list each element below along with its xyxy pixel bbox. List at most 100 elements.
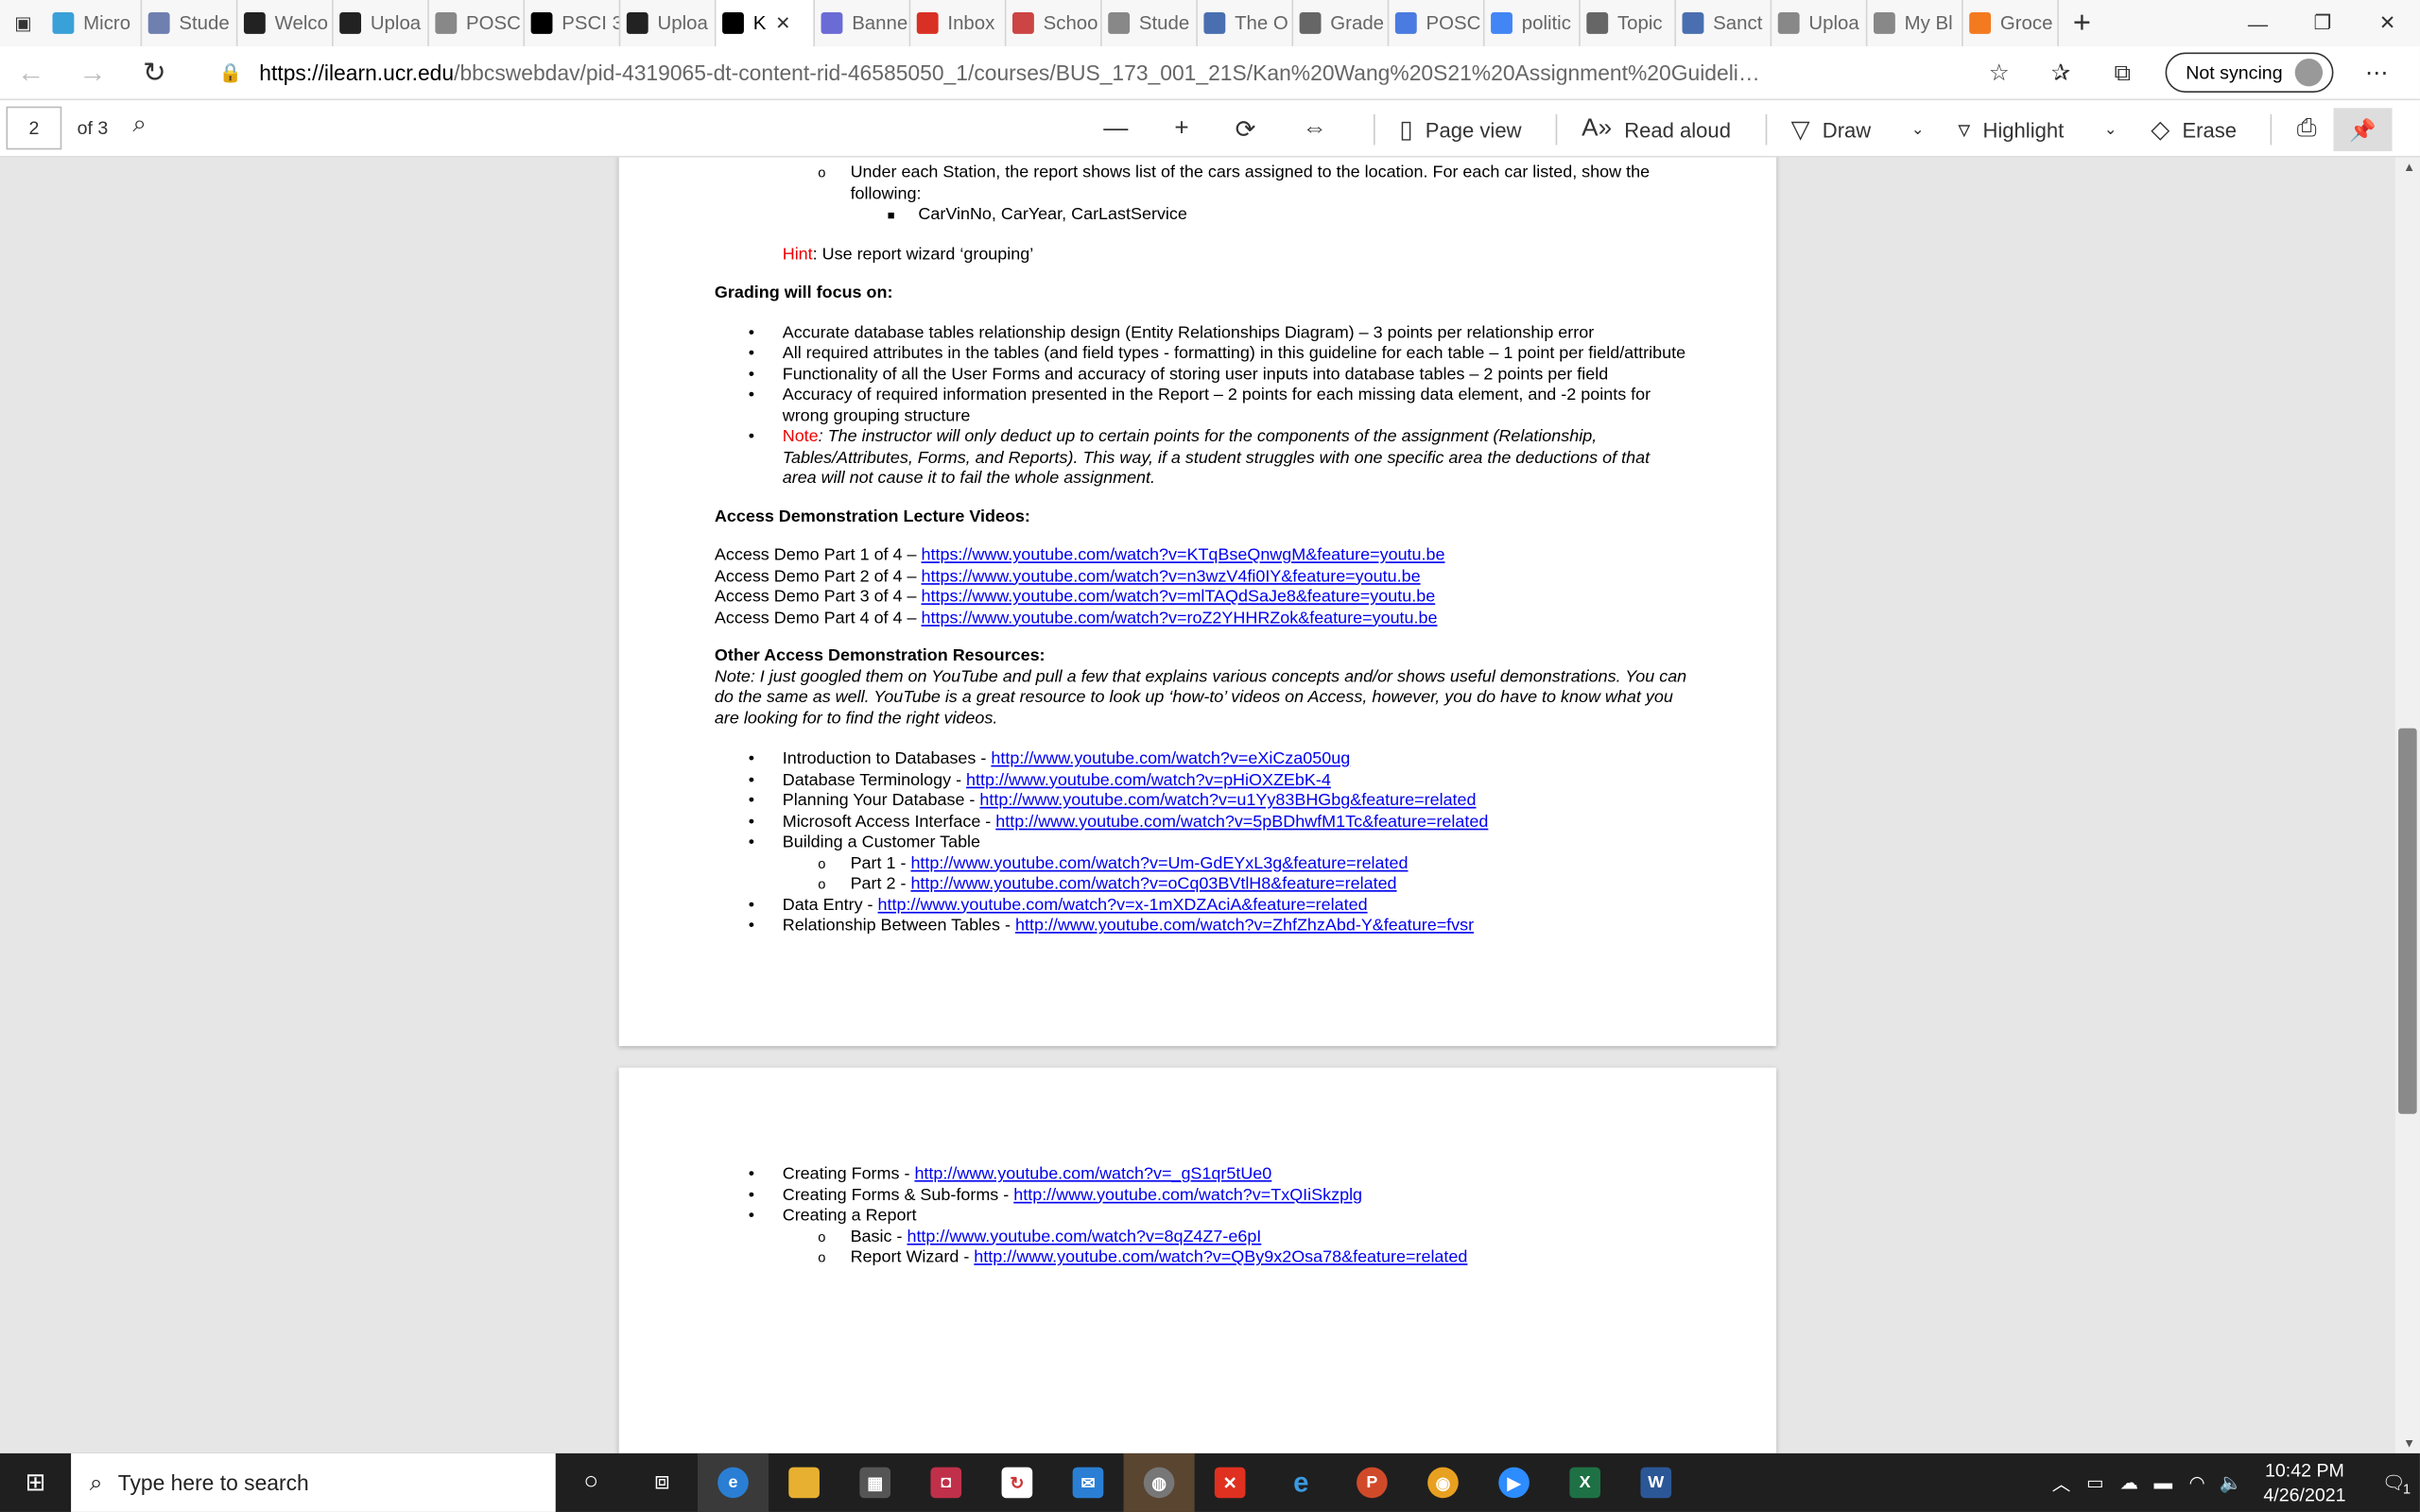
close-tab-icon[interactable]: ✕ [775,12,790,34]
url-field[interactable]: 🔒 https://ilearn.ucr.edu/bbcswebdav/pid-… [219,53,2037,93]
add-favorite-icon[interactable]: ☆ [1968,59,2030,87]
video-link[interactable]: http://www.youtube.com/watch?v=5pBDhwfM1… [995,813,1488,832]
scrollbar-thumb[interactable] [2398,728,2417,1114]
device-icon[interactable]: ▭ [2078,1472,2112,1494]
video-link[interactable]: http://www.youtube.com/watch?v=_gS1qr5tU… [914,1165,1271,1184]
zoom-out-button[interactable]: — [1103,115,1140,143]
app-icon[interactable]: ✕ [1195,1453,1266,1512]
tab-10[interactable]: Schoo [1006,0,1102,46]
video-link[interactable]: https://www.youtube.com/watch?v=mlTAQdSa… [921,588,1435,607]
tab-16[interactable]: Topic [1581,0,1677,46]
video-link[interactable]: http://www.youtube.com/watch?v=oCq03BVtl… [910,875,1396,894]
tab-15[interactable]: politic [1485,0,1581,46]
internet-explorer-icon[interactable]: e [1266,1453,1337,1512]
tab-19[interactable]: My Bl [1867,0,1963,46]
page-number-input[interactable]: 2 [6,106,62,150]
mail-icon[interactable]: ✉ [1052,1453,1123,1512]
profile-sync-button[interactable]: Not syncing [2166,52,2334,93]
video-link[interactable]: http://www.youtube.com/watch?v=QBy9x2Osa… [974,1248,1467,1267]
clock[interactable]: 10:42 PM 4/26/2021 [2263,1458,2345,1507]
video-link[interactable]: http://www.youtube.com/watch?v=pHiOXZEbK… [966,770,1331,789]
zoom-icon[interactable]: ▶ [1478,1453,1549,1512]
tab-0[interactable]: Micro [46,0,143,46]
tab-1[interactable]: Stude [142,0,238,46]
tab-4[interactable]: POSC [429,0,526,46]
tab-8[interactable]: Banne [815,0,911,46]
close-window-icon[interactable]: ✕ [2355,0,2420,46]
scrollbar[interactable]: ▲ ▼ [2394,157,2420,1453]
windows-start-icon[interactable]: ⊞ [0,1453,71,1512]
favorites-icon[interactable]: ✰ [2030,59,2091,87]
item-text: Accuracy of required information present… [782,386,1651,425]
store-icon[interactable]: ▦ [839,1453,910,1512]
tab-11[interactable]: Stude [1102,0,1198,46]
video-link[interactable]: https://www.youtube.com/watch?v=n3wzV4fi… [921,567,1420,586]
print-button[interactable]: ⎙ [2297,115,2329,143]
scroll-up-icon[interactable]: ▲ [2403,161,2415,175]
app-icon[interactable]: ↻ [981,1453,1052,1512]
draw-button[interactable]: ▽ Draw ⌄ [1791,114,1925,146]
video-link[interactable]: http://www.youtube.com/watch?v=TxQIiSkzp… [1013,1186,1362,1205]
video-link[interactable]: http://www.youtube.com/watch?v=Um-GdEYxL… [910,854,1408,873]
lock-icon[interactable]: 🔒 [219,61,244,83]
powerpoint-icon[interactable]: P [1337,1453,1408,1512]
word-icon[interactable]: W [1620,1453,1691,1512]
battery-icon[interactable]: ▬ [2146,1472,2180,1494]
video-link[interactable]: https://www.youtube.com/watch?v=roZ2YHHR… [921,609,1437,627]
video-link[interactable]: http://www.youtube.com/watch?v=ZhfZhzAbd… [1015,917,1474,936]
edge-taskbar-icon[interactable]: e [697,1452,769,1512]
video-link[interactable]: https://www.youtube.com/watch?v=KTqBseQn… [921,546,1444,565]
tab-13[interactable]: Grade [1293,0,1390,46]
chrome-icon[interactable]: ◉ [1408,1453,1478,1512]
tab-20[interactable]: Groce [1963,0,2059,46]
tab-3[interactable]: Uploa [334,0,429,46]
taskbar-search[interactable]: ⌕ Type here to search [71,1452,556,1512]
tab-9[interactable]: Inbox [910,0,1007,46]
restore-icon[interactable]: ❐ [2290,0,2356,46]
forward-icon[interactable]: → [61,46,123,99]
search-icon[interactable]: ⌕ [132,112,147,139]
tab-14[interactable]: POSC [1389,0,1485,46]
tab-18[interactable]: Uploa [1772,0,1868,46]
video-link[interactable]: http://www.youtube.com/watch?v=u1Yy83BHG… [979,792,1476,811]
cortana-icon[interactable]: ○ [556,1453,627,1512]
tab-actions-icon[interactable]: ▣ [0,0,46,46]
tab-17[interactable]: Sanct [1676,0,1772,46]
pdf-viewer[interactable]: o Under each Station, the report shows li… [0,157,2395,1453]
video-link[interactable]: http://www.youtube.com/watch?v=8qZ4Z7-e6… [907,1228,1261,1246]
highlight-button[interactable]: ▿ Highlight ⌄ [1958,114,2117,146]
back-icon[interactable]: ← [0,46,61,99]
video-link[interactable]: http://www.youtube.com/watch?v=x-1mXDZAc… [878,896,1368,915]
volume-icon[interactable]: 🔈 [2214,1472,2248,1494]
scroll-down-icon[interactable]: ▼ [2403,1436,2415,1451]
chevron-up-icon[interactable]: ︿ [2045,1469,2079,1496]
chevron-down-icon[interactable]: ⌄ [2104,121,2118,138]
file-explorer-icon[interactable] [769,1453,839,1512]
notification-icon[interactable]: 🗨 1 [2367,1472,2420,1497]
tab-6[interactable]: Uploa [620,0,717,46]
video-link[interactable]: http://www.youtube.com/watch?v=eXiCza050… [991,749,1350,768]
collections-icon[interactable]: ⧉ [2092,60,2153,86]
refresh-icon[interactable]: ↻ [124,46,185,99]
page-view-button[interactable]: ▯ Page view [1399,114,1521,146]
tab-5[interactable]: PSCI 3 [525,0,621,46]
excel-icon[interactable]: X [1549,1453,1620,1512]
wifi-icon[interactable]: ◠ [2180,1472,2214,1494]
globe-app-icon[interactable]: ◍ [1123,1452,1195,1512]
rotate-button[interactable]: ⟳ [1236,114,1269,146]
minimize-icon[interactable]: — [2225,0,2290,46]
task-view-icon[interactable]: ⧈ [627,1453,698,1512]
tab-7[interactable]: K ✕ [716,0,816,46]
fit-width-button[interactable]: ⇔ [1303,115,1340,143]
erase-button[interactable]: ◇ Erase [2151,114,2237,146]
read-aloud-button[interactable]: A» Read aloud [1582,115,1731,143]
onedrive-icon[interactable]: ☁ [2112,1472,2146,1494]
pin-toolbar-button[interactable]: 📌 [2333,108,2393,151]
chevron-down-icon[interactable]: ⌄ [1911,121,1925,138]
app-icon[interactable]: ◘ [910,1453,981,1512]
zoom-in-button[interactable]: + [1174,115,1201,143]
new-tab-button[interactable]: + [2059,0,2105,46]
more-icon[interactable]: ⋯ [2346,59,2408,87]
tab-12[interactable]: The O [1198,0,1294,46]
tab-2[interactable]: Welco [237,0,334,46]
